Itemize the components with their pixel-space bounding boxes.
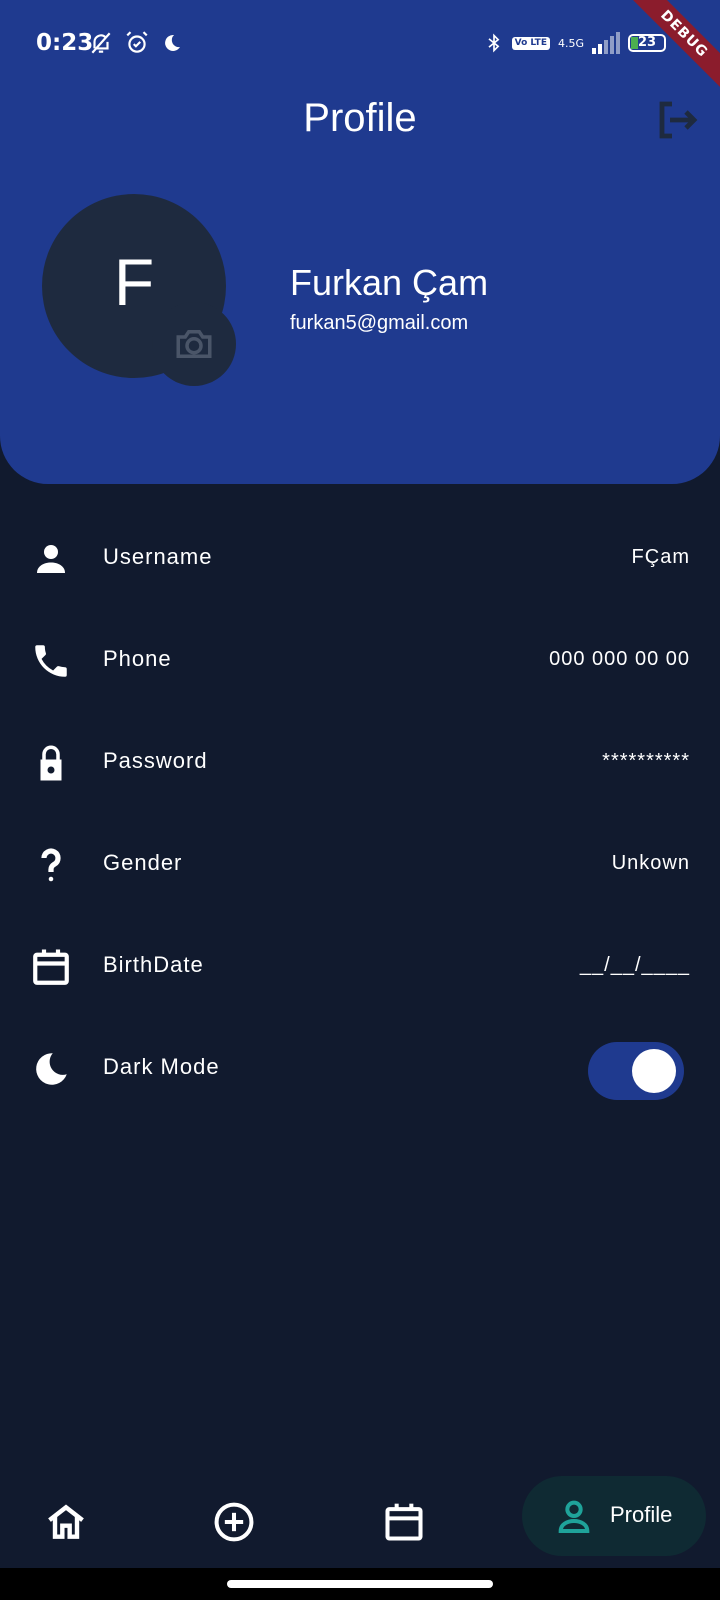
- settings-row-birthdate[interactable]: BirthDate __/__/____: [0, 926, 720, 1006]
- moon-icon: [36, 1053, 67, 1085]
- settings-label: BirthDate: [103, 952, 204, 977]
- toggle-knob: [632, 1049, 676, 1093]
- settings-label: Password: [103, 748, 208, 773]
- change-photo-button[interactable]: [152, 302, 236, 386]
- settings-label: Username: [103, 544, 213, 569]
- settings-value: FÇam: [631, 546, 690, 568]
- volte-badge: Vo LTE: [511, 36, 550, 50]
- settings-row-username[interactable]: Username FÇam: [0, 518, 720, 598]
- home-indicator[interactable]: [227, 1580, 493, 1588]
- home-icon: [48, 1504, 84, 1539]
- settings-row-gender[interactable]: Gender Unkown: [0, 824, 720, 904]
- camera-icon: [176, 330, 212, 358]
- calendar-icon: [33, 949, 69, 985]
- alarm-icon: [126, 31, 148, 53]
- settings-value: **********: [602, 750, 690, 772]
- battery-icon: 23: [628, 34, 666, 52]
- nav-calendar[interactable]: [382, 1500, 426, 1544]
- signal-icon: [592, 32, 620, 54]
- nav-add[interactable]: [212, 1500, 256, 1544]
- profile-name: Furkan Çam: [290, 262, 489, 303]
- muted-bell-icon: [91, 32, 111, 54]
- avatar-initial: F: [113, 245, 155, 319]
- bluetooth-icon: [488, 33, 500, 53]
- settings-row-phone[interactable]: Phone 000 000 00 00: [0, 620, 720, 700]
- question-icon: [41, 848, 61, 882]
- settings-value: __/__/____: [579, 954, 690, 976]
- settings-value: 000 000 00 00: [549, 648, 690, 670]
- settings-row-dark-mode: Dark Mode: [0, 1028, 720, 1108]
- nav-profile-label: Profile: [610, 1502, 673, 1527]
- nav-home[interactable]: [44, 1500, 88, 1544]
- logout-button[interactable]: [652, 96, 700, 144]
- settings-label: Phone: [103, 646, 172, 671]
- add-circle-icon: [214, 1502, 254, 1542]
- settings-label: Dark Mode: [103, 1054, 220, 1079]
- logout-icon: [659, 101, 698, 139]
- nav-profile[interactable]: Profile: [522, 1476, 706, 1556]
- person-icon: [37, 545, 65, 573]
- settings-label: Gender: [103, 850, 183, 875]
- page-title: Profile: [303, 96, 417, 140]
- settings-row-password[interactable]: Password **********: [0, 722, 720, 802]
- status-bar: 0:23 Vo LTE 4.5G 23: [0, 0, 720, 80]
- battery-level: 23: [637, 35, 657, 50]
- moon-icon: [165, 34, 180, 51]
- profile-header: 0:23 Vo LTE 4.5G 23 DEBUG Profile F Furk…: [0, 0, 720, 484]
- lock-icon: [40, 745, 62, 781]
- profile-email: furkan5@gmail.com: [290, 312, 469, 334]
- dark-mode-toggle[interactable]: [588, 1042, 684, 1100]
- network-type: 4.5G: [557, 36, 584, 50]
- phone-icon: [35, 645, 67, 677]
- settings-value: Unkown: [611, 852, 690, 874]
- gesture-bar: [0, 1568, 720, 1600]
- person-icon: [558, 1500, 590, 1533]
- calendar-icon: [385, 1503, 423, 1541]
- status-time: 0:23: [36, 30, 94, 56]
